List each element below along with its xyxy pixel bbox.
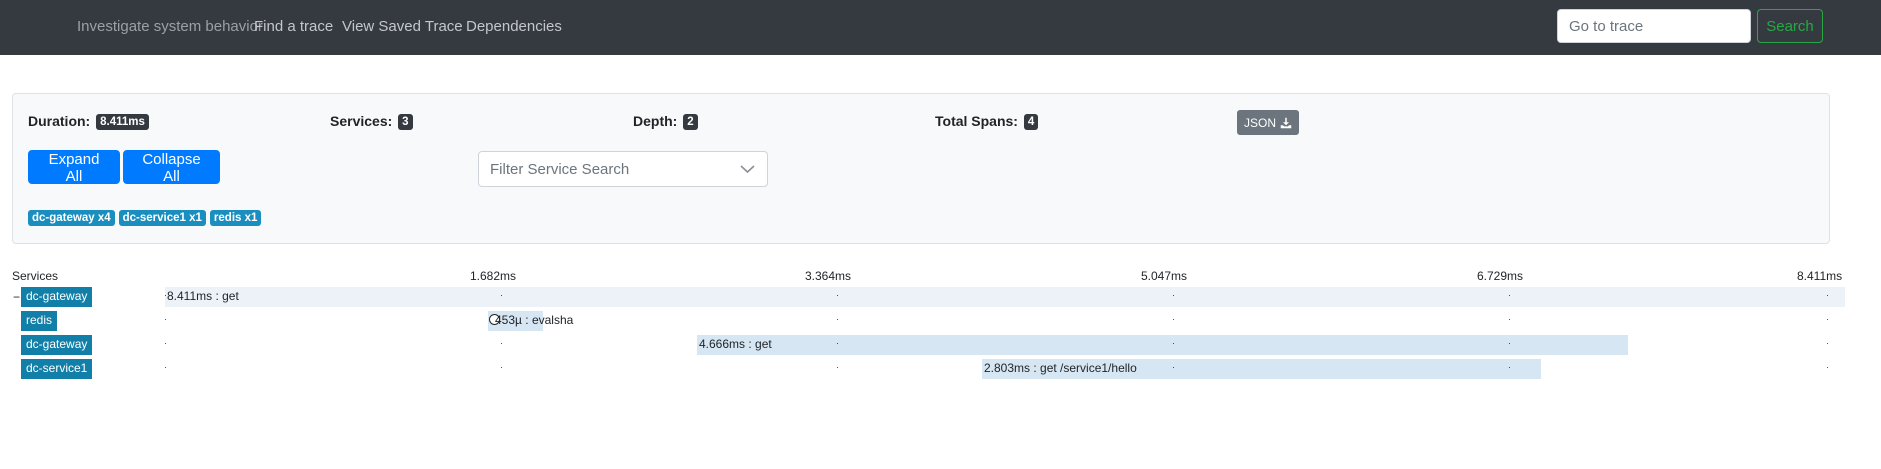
tick-label-5: 8.411ms (1797, 269, 1843, 283)
row-service-name: dc-gateway (21, 335, 93, 355)
service-tag-redis[interactable]: redis x1 (209, 210, 262, 226)
total-spans-label: Total Spans: (935, 113, 1018, 129)
nav-find-trace[interactable]: Find a trace (254, 18, 333, 35)
span-row[interactable]: dc-service1 2.803ms : get /service1/hell… (0, 357, 1881, 381)
json-button-label: JSON (1243, 115, 1276, 130)
duration-stat: Duration: 8.411ms (28, 113, 149, 130)
download-icon (1280, 117, 1292, 128)
search-button[interactable]: Search (1757, 9, 1823, 43)
nav-view-saved-trace[interactable]: View Saved Trace (342, 18, 463, 35)
nav-dependencies[interactable]: Dependencies (466, 18, 562, 35)
services-badge: 3 (398, 114, 413, 130)
tick-marker: · (1172, 362, 1175, 372)
top-navbar: Investigate system behavior Find a trace… (0, 0, 1881, 55)
row-service-name: dc-gateway (21, 287, 93, 307)
tick-marker: · (164, 362, 167, 372)
tick-marker: · (164, 338, 167, 348)
tick-label-4: 6.729ms (1477, 269, 1524, 283)
tick-marker: · (1172, 338, 1175, 348)
tick-label-1: 1.682ms (470, 269, 517, 283)
tick-marker: · (1826, 338, 1829, 348)
total-spans-stat: Total Spans: 4 (935, 113, 1039, 130)
total-spans-badge: 4 (1023, 114, 1039, 130)
span-label: 8.411ms : get (167, 289, 239, 303)
tick-marker: · (1826, 290, 1829, 300)
tick-marker: · (1508, 290, 1511, 300)
service-tag-list: dc-gateway x4 dc-service1 x1 redis x1 (28, 210, 262, 226)
duration-badge: 8.411ms (96, 114, 149, 130)
tick-label-3: 5.047ms (1141, 269, 1188, 283)
tick-marker: · (1508, 338, 1511, 348)
span-row[interactable]: dc-gateway 4.666ms : get · · · · · · (0, 333, 1881, 357)
span-bar[interactable] (165, 287, 1845, 307)
services-label: Services: (330, 113, 393, 129)
services-column-header: Services (12, 269, 59, 283)
go-to-trace-input[interactable] (1557, 9, 1751, 43)
tick-marker: · (500, 362, 503, 372)
tick-marker: · (1172, 290, 1175, 300)
span-row[interactable]: redis 453µ : evalsha · · · · · (0, 309, 1881, 333)
span-label: 2.803ms : get /service1/hello (984, 361, 1137, 375)
filter-placeholder: Filter Service Search (490, 161, 630, 178)
tick-marker: · (1826, 314, 1829, 324)
services-stat: Services: 3 (330, 113, 413, 130)
brand-text[interactable]: Investigate system behavior (77, 18, 263, 35)
tick-marker: · (836, 338, 839, 348)
depth-stat: Depth: 2 (633, 113, 698, 130)
collapse-all-button[interactable]: Collapse All (123, 150, 220, 185)
expand-all-button[interactable]: Expand All (28, 150, 120, 185)
duration-label: Duration: (28, 113, 91, 129)
collapse-toggle[interactable]: − (13, 290, 20, 304)
tick-marker: · (500, 290, 503, 300)
chevron-down-icon (740, 165, 755, 174)
tick-marker: · (1508, 314, 1511, 324)
tick-marker: · (164, 290, 167, 300)
tick-marker: · (1508, 362, 1511, 372)
service-tag-dc-service1[interactable]: dc-service1 x1 (118, 210, 206, 226)
span-label: 453µ : evalsha (495, 313, 574, 327)
depth-label: Depth: (633, 113, 678, 129)
depth-badge: 2 (683, 114, 698, 130)
trace-summary-card: Duration: 8.411ms Services: 3 Depth: 2 T… (12, 93, 1830, 244)
span-row[interactable]: − dc-gateway 8.411ms : get · · · · · · (0, 285, 1881, 309)
tick-marker: · (836, 290, 839, 300)
tick-marker: · (836, 362, 839, 372)
filter-service-select[interactable]: Filter Service Search (478, 151, 768, 187)
json-download-button[interactable]: JSON (1237, 110, 1299, 135)
tick-marker: · (836, 314, 839, 324)
trace-timeline: Services 1.682ms 3.364ms 5.047ms 6.729ms… (0, 265, 1881, 395)
tick-marker: · (1172, 314, 1175, 324)
tick-marker: · (1826, 362, 1829, 372)
tick-marker: · (500, 338, 503, 348)
row-service-name: dc-service1 (21, 359, 93, 379)
tick-label-2: 3.364ms (805, 269, 852, 283)
tick-marker: · (164, 314, 167, 324)
span-label: 4.666ms : get (699, 337, 772, 351)
row-service-name: redis (21, 311, 58, 331)
service-tag-dc-gateway[interactable]: dc-gateway x4 (28, 210, 115, 226)
